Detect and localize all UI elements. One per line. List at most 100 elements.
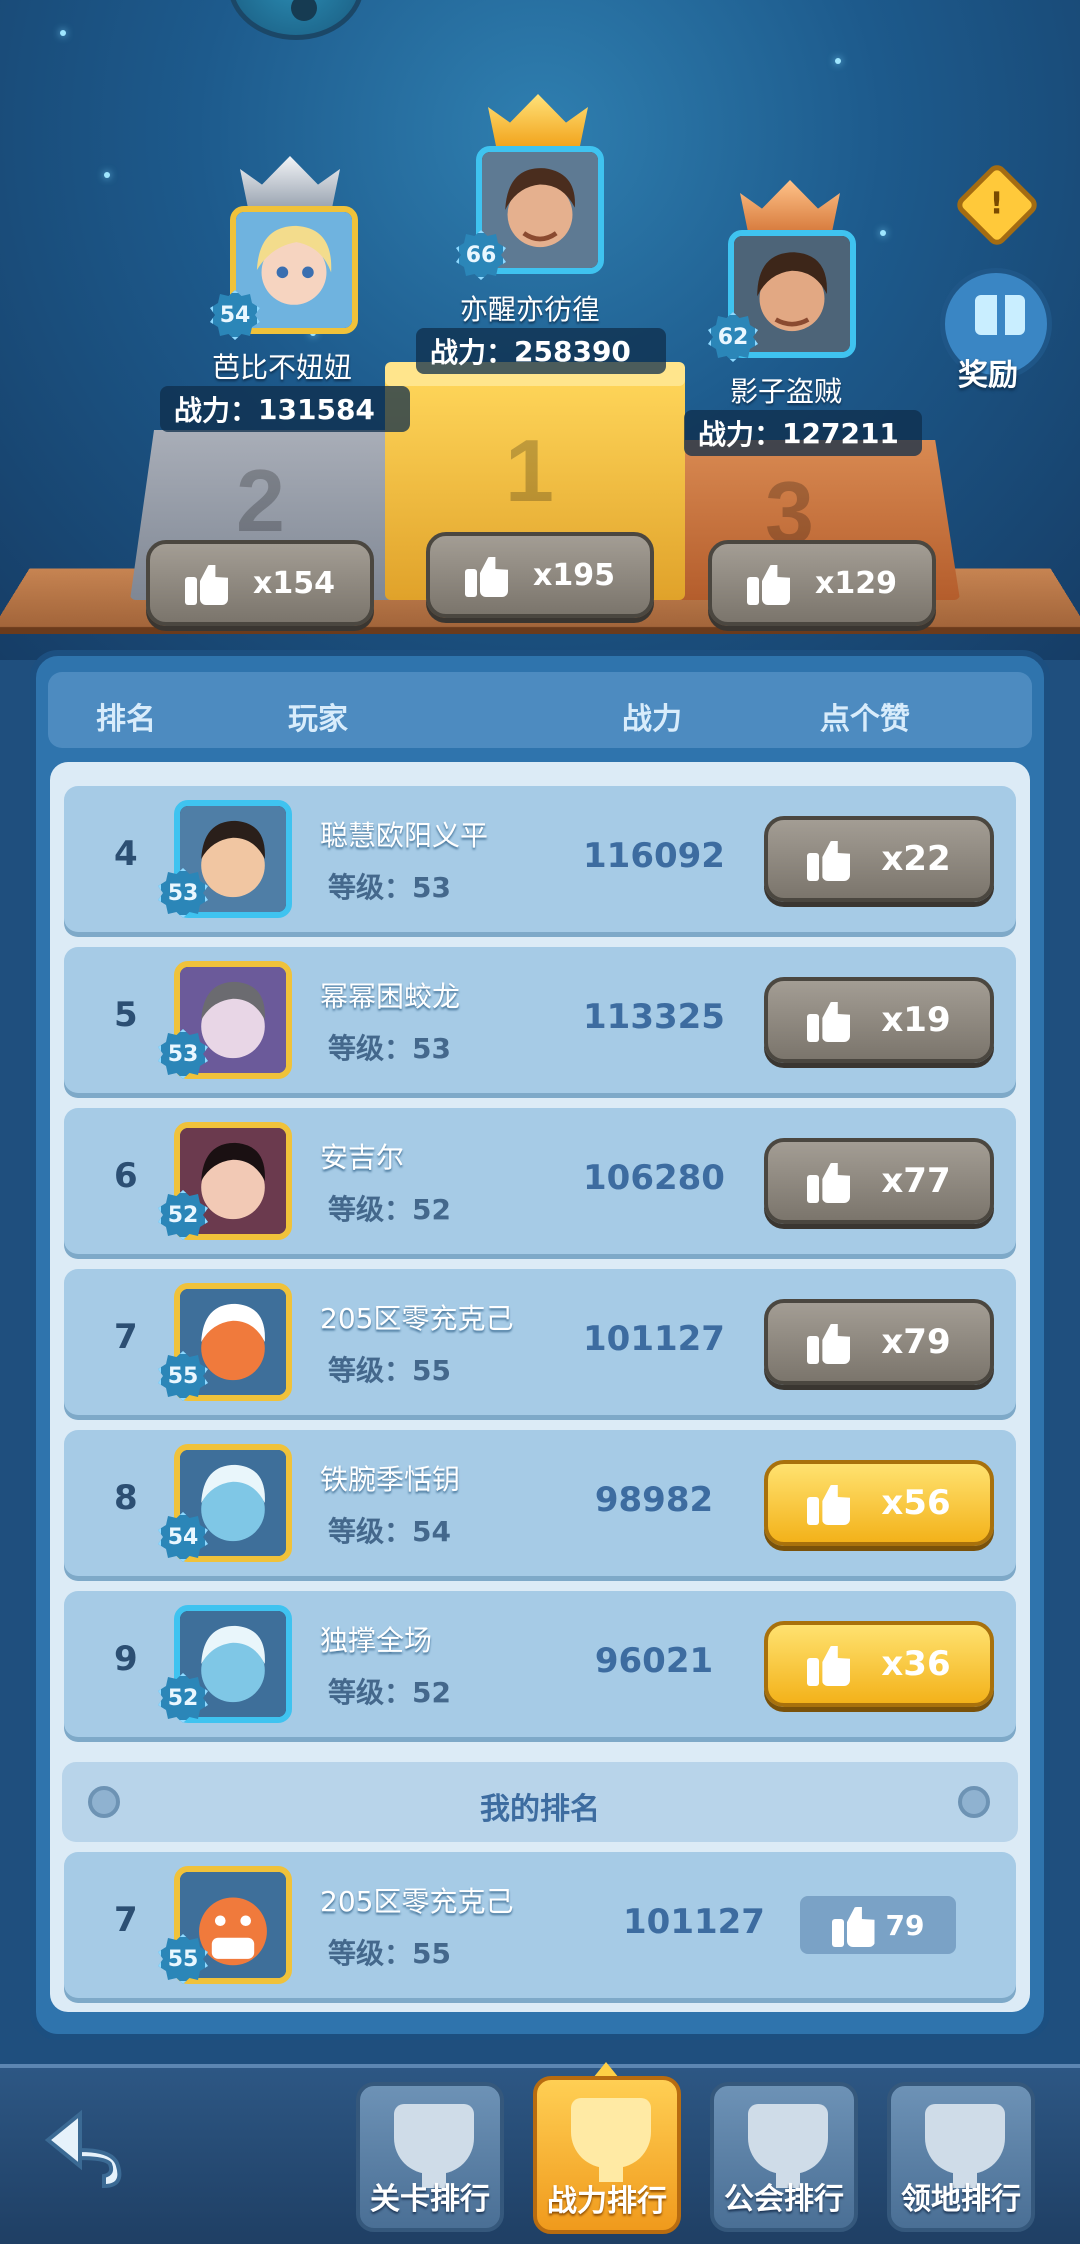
- level-value: 54: [412, 1515, 451, 1548]
- sparkle-icon: [880, 230, 886, 236]
- rank-number: 8: [114, 1478, 138, 1518]
- thumbs-up-icon: [807, 1642, 851, 1686]
- player-power: 98982: [594, 1480, 714, 1520]
- player-name: 聪慧欧阳义平: [320, 819, 489, 852]
- power-label: 战力：: [430, 336, 515, 369]
- rank-number: 6: [114, 1156, 138, 1196]
- player-level: 等级：53: [328, 866, 451, 906]
- header-player: 玩家: [288, 702, 348, 737]
- thumbs-up-icon: [807, 1481, 851, 1525]
- thumbs-up-icon: [831, 1903, 876, 1947]
- tab-stage-ranking[interactable]: 关卡排行: [356, 2082, 504, 2232]
- rank-number: 7: [114, 1317, 138, 1357]
- player-level: 等级：52: [328, 1671, 451, 1711]
- tab-power-ranking[interactable]: 战力排行: [533, 2076, 681, 2234]
- table-row[interactable]: 9 52 独撑全场 等级：52 96021 x36: [64, 1591, 1016, 1737]
- thumbs-up-icon: [807, 1320, 851, 1364]
- header-like: 点个赞: [820, 702, 910, 737]
- power-value: 127211: [782, 416, 899, 450]
- rank-number: 4: [114, 834, 138, 874]
- like-count: x129: [815, 565, 897, 601]
- table-row[interactable]: 5 53 幂幂困蛟龙 等级：53 113325 x19: [64, 947, 1016, 1093]
- level-prefix: 等级：: [328, 1676, 413, 1709]
- thumbs-up-icon: [465, 553, 509, 597]
- my-rank-bar: 我的排名: [62, 1762, 1018, 1842]
- like-button[interactable]: x56: [764, 1460, 994, 1546]
- power-label: 战力：: [174, 394, 259, 427]
- player-name: 铁腕季恬钥: [320, 1463, 461, 1496]
- rank-number: 5: [114, 995, 138, 1035]
- trophy-icon: [571, 2098, 651, 2182]
- circle-icon: [958, 1786, 990, 1818]
- level-prefix: 等级：: [328, 1193, 413, 1226]
- level-value: 52: [412, 1193, 451, 1226]
- like-button[interactable]: x19: [764, 977, 994, 1063]
- power-plate-third: 战力： 127211: [684, 410, 922, 456]
- table-row[interactable]: 4 53 聪慧欧阳义平等级：53 116092 x22: [64, 786, 1016, 932]
- like-button-third[interactable]: x129: [708, 540, 936, 626]
- like-button[interactable]: x79: [764, 1299, 994, 1385]
- sparkle-icon: [104, 172, 110, 178]
- like-button[interactable]: x77: [764, 1138, 994, 1224]
- like-count: x195: [533, 557, 615, 593]
- player-level: 等级：53: [328, 1027, 451, 1067]
- trophy-icon: [748, 2104, 828, 2188]
- like-button[interactable]: x36: [764, 1621, 994, 1707]
- player-name-second[interactable]: 芭比不妞妞: [212, 346, 352, 386]
- my-rank-label: 我的排名: [480, 1792, 600, 1827]
- like-button-first[interactable]: x195: [426, 532, 654, 618]
- like-count: 79: [885, 1908, 925, 1942]
- power-value: 258390: [514, 334, 631, 368]
- thumbs-up-icon: [807, 837, 851, 881]
- player-level: 等级：52: [328, 1188, 451, 1228]
- like-count: x56: [881, 1483, 951, 1523]
- player-power: 101127: [623, 1902, 765, 1942]
- player-power: 106280: [583, 1158, 725, 1198]
- level-prefix: 等级：: [328, 1032, 413, 1065]
- player-level: 等级：55: [328, 1932, 451, 1972]
- thumbs-up-icon: [747, 561, 791, 605]
- thumbs-up-icon: [807, 1159, 851, 1203]
- level-prefix: 等级：: [328, 1937, 413, 1970]
- level-prefix: 等级：: [328, 1354, 413, 1387]
- my-rank-row[interactable]: 7 55 205区零充克己 等级：55 101127 79: [64, 1852, 1016, 1998]
- rank-number: 9: [114, 1639, 138, 1679]
- tab-label: 领地排行: [901, 2182, 1021, 2217]
- player-power: 116092: [583, 836, 725, 876]
- power-plate-second: 战力： 131584: [160, 386, 410, 432]
- table-row[interactable]: 6 52 安吉尔 等级：52 106280 x77: [64, 1108, 1016, 1254]
- level-prefix: 等级：: [328, 871, 413, 904]
- player-name-first[interactable]: 亦醒亦彷徨: [460, 288, 600, 328]
- tab-territory-ranking[interactable]: 领地排行: [887, 2082, 1035, 2232]
- player-name: 205区零充克己: [320, 1302, 514, 1335]
- reward-label[interactable]: 奖励: [958, 350, 1018, 394]
- podium-number-2: 2: [236, 451, 285, 550]
- like-count: x36: [881, 1644, 951, 1684]
- player-level: 等级：55: [328, 1349, 451, 1389]
- like-count: x19: [881, 1000, 951, 1040]
- player-name-third[interactable]: 影子盗贼: [730, 370, 842, 410]
- thumbs-up-icon: [807, 998, 851, 1042]
- like-button[interactable]: x22: [764, 816, 994, 902]
- level-value: 52: [412, 1676, 451, 1709]
- tab-guild-ranking[interactable]: 公会排行: [710, 2082, 858, 2232]
- level-value: 53: [412, 871, 451, 904]
- like-button-second[interactable]: x154: [146, 540, 374, 626]
- trophy-icon: [925, 2104, 1005, 2188]
- power-value: 131584: [258, 392, 375, 426]
- thumbs-up-icon: [185, 561, 229, 605]
- power-label: 战力：: [698, 418, 783, 451]
- level-value: 53: [412, 1032, 451, 1065]
- podium-number-1: 1: [505, 421, 554, 520]
- like-count: x22: [881, 839, 951, 879]
- player-name: 独撑全场: [320, 1624, 433, 1657]
- like-count: x79: [881, 1322, 951, 1362]
- rank-number: 7: [114, 1900, 138, 1940]
- player-level: 等级：54: [328, 1510, 451, 1550]
- player-power: 101127: [583, 1319, 725, 1359]
- my-like-count: 79: [800, 1896, 956, 1954]
- table-row[interactable]: 7 55 205区零充克己等级：55 101127 x79: [64, 1269, 1016, 1415]
- level-value: 55: [412, 1354, 451, 1387]
- table-row[interactable]: 8 54 铁腕季恬钥等级：54 98982 x56: [64, 1430, 1016, 1576]
- back-arrow-icon[interactable]: [40, 2100, 150, 2190]
